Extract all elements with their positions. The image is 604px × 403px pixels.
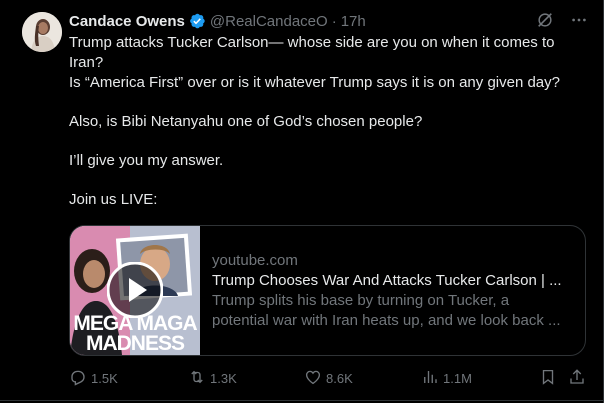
views-icon — [421, 368, 439, 389]
verified-badge-icon — [188, 12, 206, 30]
like-count: 8.6K — [326, 371, 353, 386]
like-icon — [304, 368, 322, 389]
reply-button[interactable]: 1.5K — [69, 368, 118, 389]
tweet-line: Also, is Bibi Netanyahu one of God’s cho… — [69, 113, 423, 130]
card-domain: youtube.com — [212, 251, 298, 269]
card-description: Trump splits his base by turning on Tuck… — [212, 291, 573, 331]
avatar[interactable] — [22, 12, 62, 52]
card-title[interactable]: Trump Chooses War And Attacks Tucker Car… — [212, 271, 573, 291]
tweet-top-actions — [535, 10, 589, 30]
separator-dot: · — [331, 12, 337, 30]
tweet-line: Trump attacks Tucker Carlson— whose side… — [69, 34, 555, 71]
author-name[interactable]: Candace Owens — [69, 13, 185, 30]
divider — [0, 400, 604, 401]
reply-count: 1.5K — [91, 371, 118, 386]
card-body: youtube.com Trump Chooses War And Attack… — [200, 226, 585, 355]
link-preview-card[interactable]: MEGA MAGA MADNESS youtube.com Trump Choo… — [69, 225, 586, 356]
tweet-line: Is “America First” over or is it whateve… — [69, 74, 560, 91]
tweet-line: Join us LIVE: — [69, 191, 158, 208]
views-button[interactable]: 1.1M — [421, 368, 472, 389]
share-icon — [568, 368, 586, 389]
repost-icon — [188, 368, 206, 389]
views-count: 1.1M — [443, 371, 472, 386]
avatar-image — [22, 12, 62, 52]
repost-button[interactable]: 1.3K — [188, 368, 237, 389]
tweet-text: Trump attacks Tucker Carlson— whose side… — [69, 33, 584, 210]
grok-icon[interactable] — [535, 10, 555, 30]
thumbnail-title-line2: MADNESS — [85, 332, 185, 355]
reply-icon — [69, 368, 87, 389]
repost-count: 1.3K — [210, 371, 237, 386]
timestamp[interactable]: 17h — [341, 13, 366, 30]
video-thumbnail[interactable]: MEGA MAGA MADNESS — [70, 226, 200, 355]
card-description-line: potential war with Iran heats up, and we… — [212, 311, 561, 329]
tweet-header: Candace Owens @RealCandaceO · 17h — [69, 10, 366, 32]
bookmark-icon — [539, 368, 557, 389]
card-description-line: Trump splits his base by turning on Tuck… — [212, 291, 510, 309]
bookmark-button[interactable] — [539, 368, 557, 389]
share-button[interactable] — [568, 368, 586, 389]
tweet-line: I’ll give you my answer. — [69, 152, 224, 169]
tweet[interactable]: Candace Owens @RealCandaceO · 17h Trump … — [0, 0, 604, 403]
more-icon[interactable] — [569, 10, 589, 30]
action-bar: 1.5K 1.3K 8.6K 1.1M — [69, 368, 589, 388]
play-icon[interactable] — [106, 261, 164, 319]
like-button[interactable]: 8.6K — [304, 368, 353, 389]
author-handle[interactable]: @RealCandaceO — [210, 13, 328, 30]
